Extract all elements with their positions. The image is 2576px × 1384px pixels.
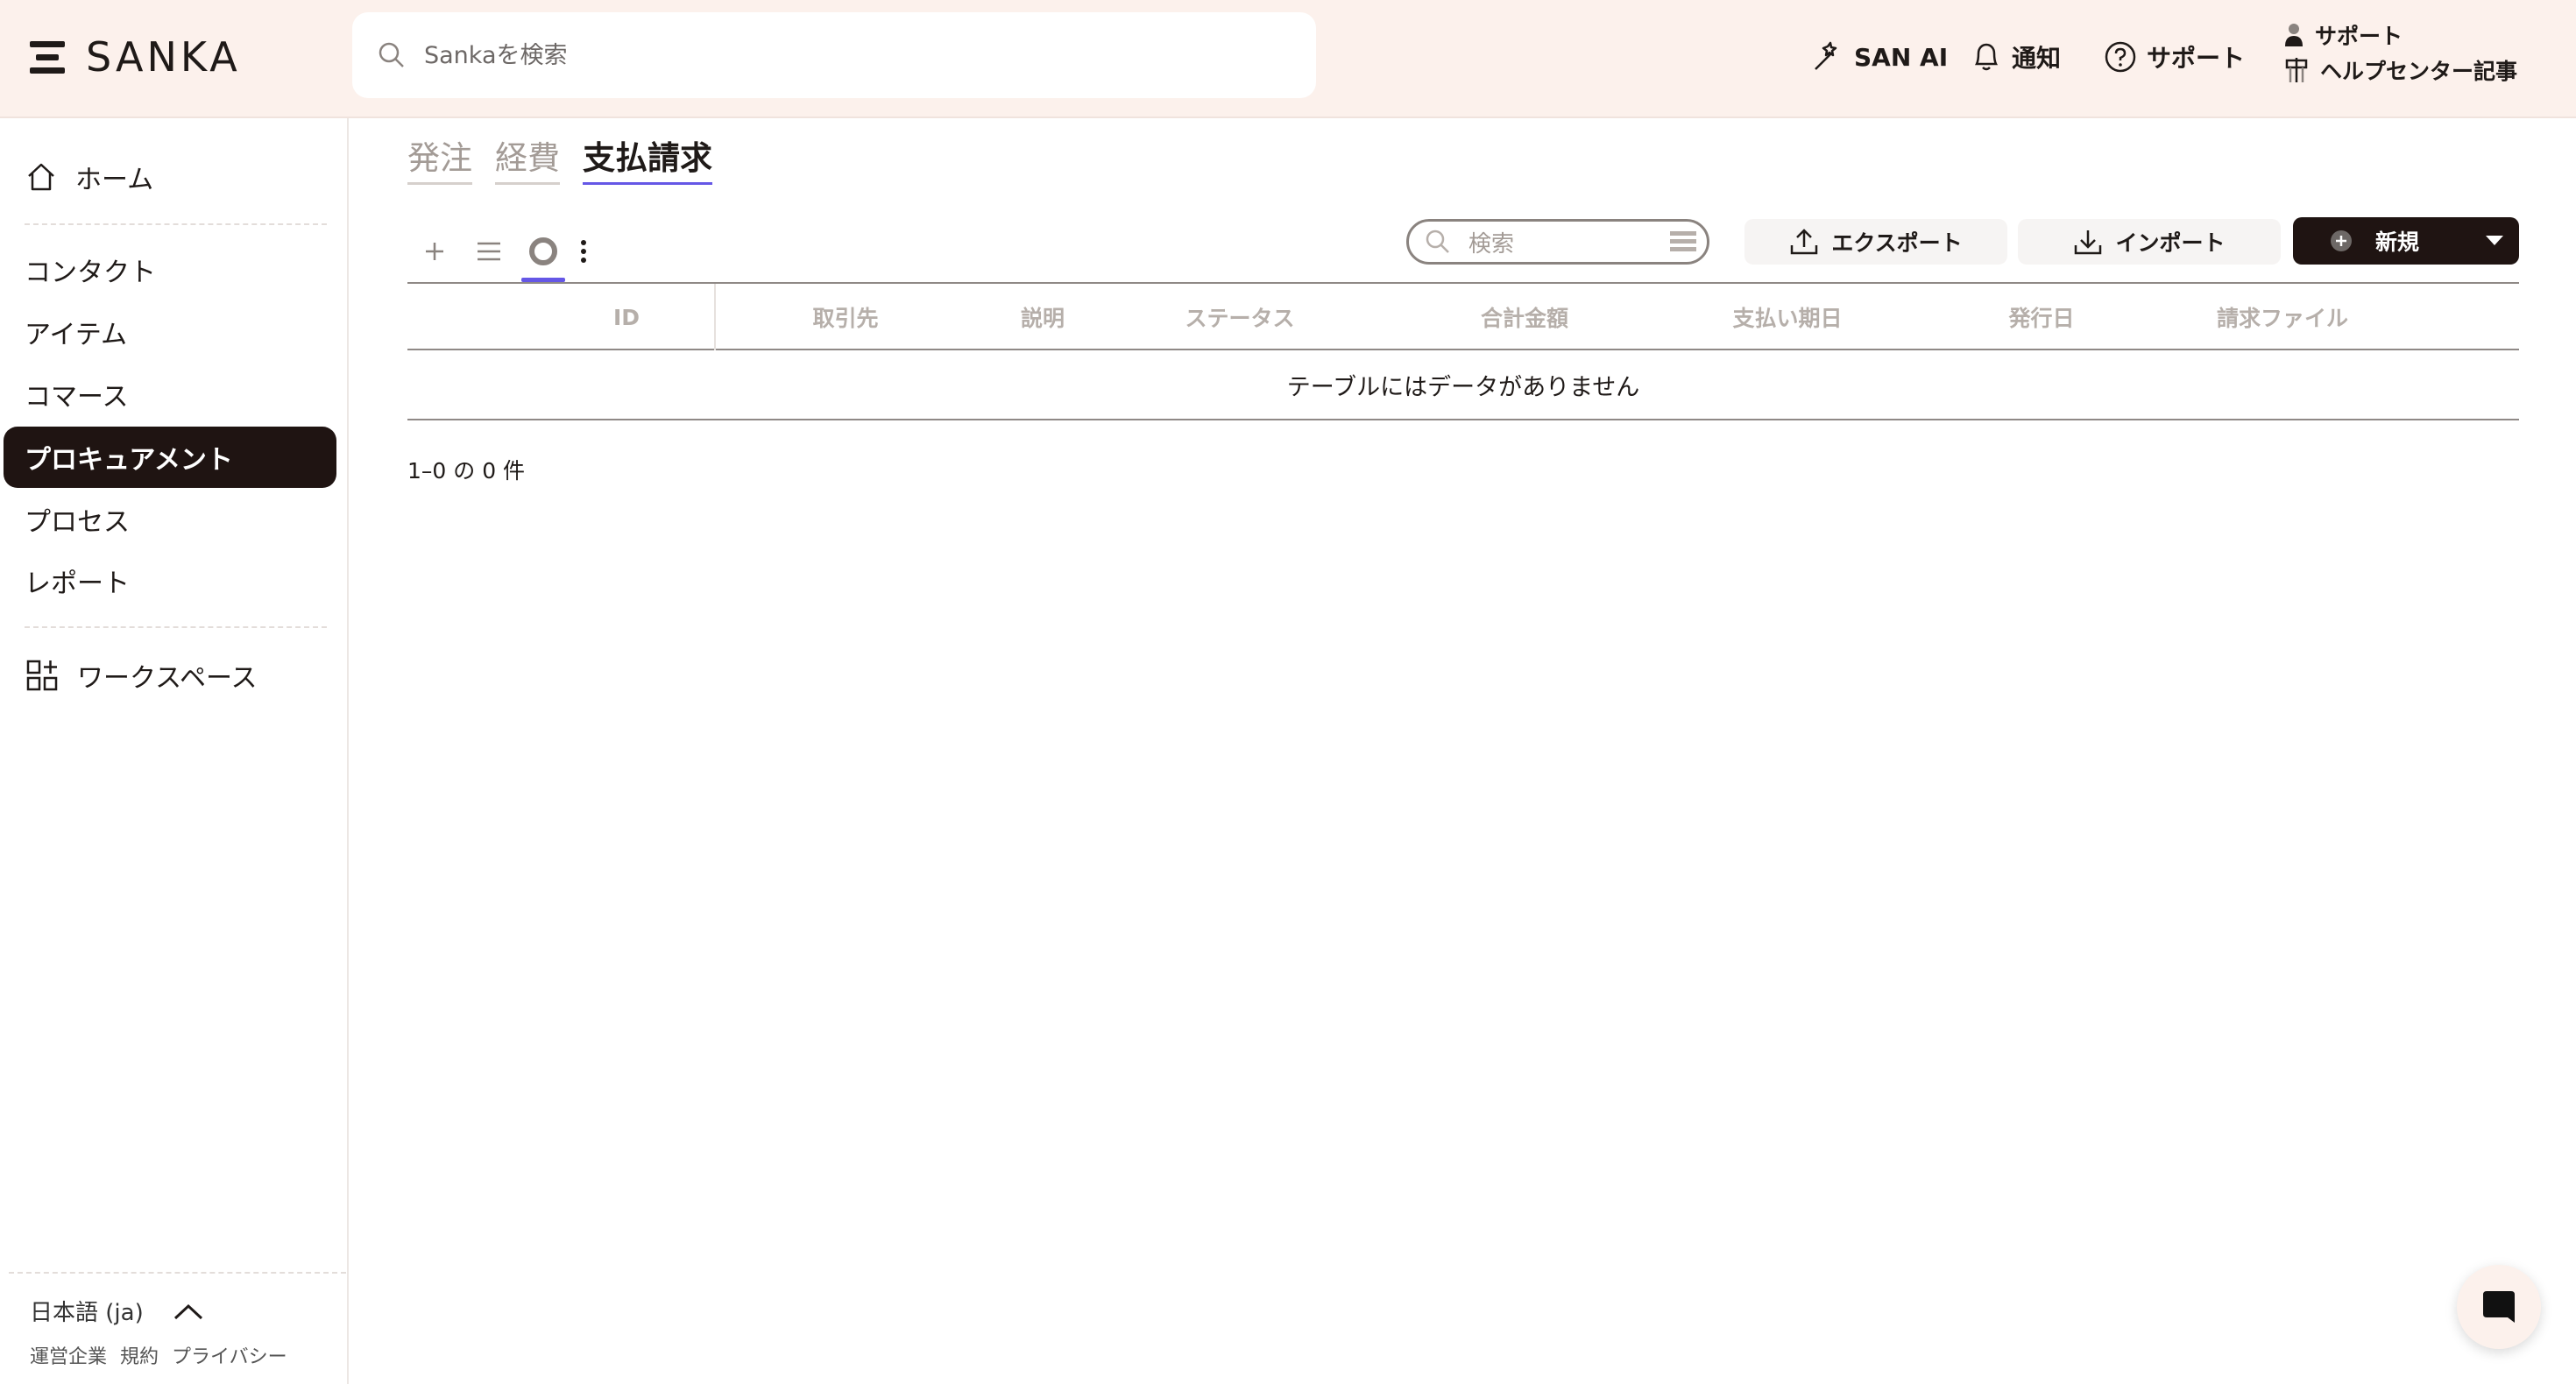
table-search-placeholder: 検索 bbox=[1468, 230, 1515, 258]
sidebar-item-reports[interactable]: レポート bbox=[4, 550, 336, 611]
upload-icon bbox=[1791, 229, 1818, 255]
search-icon bbox=[379, 42, 404, 67]
support-button[interactable]: サポート bbox=[2103, 35, 2245, 79]
table-search[interactable]: 検索 bbox=[1406, 219, 1709, 265]
sidebar-item-contacts[interactable]: コンタクト bbox=[4, 239, 336, 300]
language-label: 日本語 (ja) bbox=[30, 1300, 144, 1326]
global-search[interactable] bbox=[352, 12, 1316, 98]
column-header-id[interactable]: ID bbox=[539, 284, 714, 350]
table-header: ID 取引先 説明 ステータス 合計金額 支払い期日 発行日 請求ファイル bbox=[407, 282, 2519, 350]
bills-table: ID 取引先 説明 ステータス 合計金額 支払い期日 発行日 請求ファイル テー… bbox=[407, 282, 2519, 420]
sidebar-item-process[interactable]: プロセス bbox=[4, 489, 336, 550]
footer-link-company[interactable]: 運営企業 bbox=[30, 1346, 107, 1368]
sidebar-item-workspace[interactable]: ワークスペース bbox=[4, 645, 336, 706]
support-link-label: サポート bbox=[2315, 24, 2403, 49]
import-label: インポート bbox=[2115, 230, 2226, 256]
new-record-button[interactable]: 新規 bbox=[2293, 217, 2519, 265]
export-label: エクスポート bbox=[1831, 230, 1963, 256]
sidebar-item-label: コンタクト bbox=[25, 258, 156, 288]
logo-text: SANKA bbox=[86, 33, 241, 81]
export-button[interactable]: エクスポート bbox=[1744, 219, 2007, 265]
help-center-link[interactable]: ヘルプセンター記事 bbox=[2283, 53, 2546, 88]
tab-bills[interactable]: 支払請求 bbox=[583, 131, 712, 185]
tab-expenses[interactable]: 経費 bbox=[495, 131, 560, 185]
logo[interactable]: SANKA bbox=[30, 32, 241, 82]
sidebar-item-label: ワークスペース bbox=[77, 663, 258, 694]
sidebar-footer-divider bbox=[9, 1272, 346, 1274]
more-vertical-icon bbox=[581, 240, 586, 263]
list-icon bbox=[478, 242, 500, 261]
sidebar-divider bbox=[25, 626, 327, 628]
sidebar-item-label: アイテム bbox=[25, 320, 127, 350]
language-selector[interactable]: 日本語 (ja) bbox=[30, 1295, 205, 1327]
import-button[interactable]: インポート bbox=[2018, 219, 2281, 265]
plus-icon bbox=[426, 243, 443, 260]
column-header-issue-date[interactable]: 発行日 bbox=[1954, 284, 2129, 350]
column-header-total[interactable]: 合計金額 bbox=[1424, 284, 1625, 350]
chevron-up-icon bbox=[173, 1303, 202, 1319]
sidebar-item-home[interactable]: ホーム bbox=[4, 146, 336, 208]
menu-icon[interactable] bbox=[30, 38, 65, 76]
home-icon bbox=[28, 163, 54, 191]
column-header-status[interactable]: ステータス bbox=[1139, 284, 1341, 350]
empty-table-message: テーブルにはデータがありません bbox=[407, 350, 2519, 420]
column-separator bbox=[714, 284, 716, 350]
column-header-vendor[interactable]: 取引先 bbox=[758, 284, 933, 350]
column-header-description[interactable]: 説明 bbox=[955, 284, 1130, 350]
pagination-summary: 1–0 の 0 件 bbox=[407, 458, 526, 484]
sidebar-item-label: ホーム bbox=[75, 165, 154, 195]
column-header-due-date[interactable]: 支払い期日 bbox=[1674, 284, 1901, 350]
bell-icon bbox=[1974, 43, 1999, 71]
circle-icon bbox=[529, 237, 557, 265]
plus-circle-icon bbox=[2331, 230, 2352, 251]
column-header-bill-file[interactable]: 請求ファイル bbox=[2169, 284, 2396, 350]
sidebar-item-procurement[interactable]: プロキュアメント bbox=[4, 427, 336, 488]
help-circle-icon bbox=[2105, 41, 2136, 73]
magic-wand-icon bbox=[1815, 41, 1837, 70]
filter-menu-icon[interactable] bbox=[1670, 230, 1696, 253]
footer-link-terms[interactable]: 規約 bbox=[120, 1346, 159, 1368]
sidebar-item-items[interactable]: アイテム bbox=[4, 301, 336, 363]
top-header: SANKA SAN AI 通知 サポート サポート ヘルプセンター記事 bbox=[0, 0, 2576, 118]
sidebar-item-label: プロセス bbox=[25, 507, 130, 538]
support-label: サポート bbox=[2147, 44, 2246, 73]
sidebar-item-label: プロキュアメント bbox=[25, 445, 233, 476]
support-menu: サポート ヘルプセンター記事 bbox=[2283, 18, 2546, 88]
footer-link-privacy[interactable]: プライバシー bbox=[172, 1346, 287, 1368]
footer-links: 運営企業 規約 プライバシー bbox=[30, 1341, 294, 1369]
notifications-label: 通知 bbox=[2012, 44, 2062, 73]
person-icon bbox=[2285, 24, 2303, 46]
support-link[interactable]: サポート bbox=[2283, 18, 2546, 53]
san-ai-label: SAN AI bbox=[1854, 42, 1949, 72]
sidebar-item-label: レポート bbox=[25, 568, 130, 599]
apps-icon bbox=[26, 660, 58, 691]
download-icon bbox=[2075, 230, 2102, 255]
signpost-icon bbox=[2285, 58, 2308, 82]
add-view-button[interactable] bbox=[407, 222, 462, 280]
more-options-button[interactable] bbox=[570, 222, 597, 280]
module-tabs: 発注 経費 支払請求 bbox=[407, 131, 712, 185]
chat-icon bbox=[2483, 1291, 2515, 1323]
help-center-label: ヘルプセンター記事 bbox=[2320, 59, 2518, 84]
caret-down-icon[interactable] bbox=[2484, 233, 2505, 247]
new-label: 新規 bbox=[2375, 229, 2420, 255]
list-view-button[interactable] bbox=[462, 222, 516, 280]
global-search-input[interactable] bbox=[424, 41, 1213, 69]
search-icon bbox=[1426, 229, 1449, 253]
view-toolbar bbox=[407, 221, 597, 282]
sidebar: ホーム コンタクト アイテム コマース プロキュアメント プロセス レポート ワ… bbox=[0, 118, 349, 1384]
tab-purchase-orders[interactable]: 発注 bbox=[407, 131, 472, 185]
sidebar-item-label: コマース bbox=[25, 382, 129, 413]
notifications-button[interactable]: 通知 bbox=[1970, 35, 2061, 79]
chat-launcher-button[interactable] bbox=[2457, 1265, 2541, 1349]
sidebar-divider bbox=[25, 223, 327, 225]
current-view-tab[interactable] bbox=[516, 222, 570, 282]
san-ai-button[interactable]: SAN AI bbox=[1810, 35, 1948, 79]
sidebar-item-commerce[interactable]: コマース bbox=[4, 364, 336, 425]
